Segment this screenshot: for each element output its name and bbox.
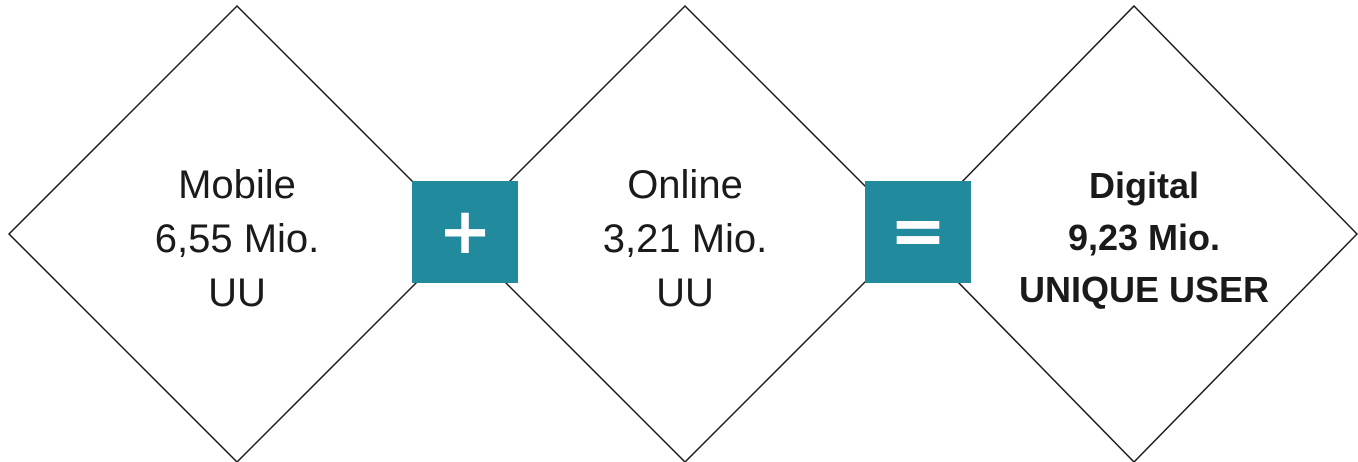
digital-title: Digital	[1088, 165, 1199, 206]
online-label: Online 3,21 Mio. UU	[565, 158, 805, 320]
online-title: Online	[627, 163, 743, 207]
online-unit: UU	[656, 271, 714, 315]
mobile-unit: UU	[208, 271, 266, 315]
mobile-title: Mobile	[178, 163, 296, 207]
plus-operator-box: +	[412, 181, 518, 283]
mobile-label: Mobile 6,55 Mio. UU	[117, 158, 357, 320]
online-value: 3,21 Mio.	[602, 217, 768, 261]
digital-label: Digital 9,23 Mio. UNIQUE USER	[994, 160, 1294, 316]
equals-icon: =	[889, 192, 947, 271]
digital-value: 9,23 Mio.	[1067, 217, 1221, 258]
digital-unit: UNIQUE USER	[1018, 269, 1270, 310]
plus-icon: +	[438, 195, 492, 269]
mobile-value: 6,55 Mio.	[154, 217, 320, 261]
equals-operator-box: =	[865, 181, 971, 283]
